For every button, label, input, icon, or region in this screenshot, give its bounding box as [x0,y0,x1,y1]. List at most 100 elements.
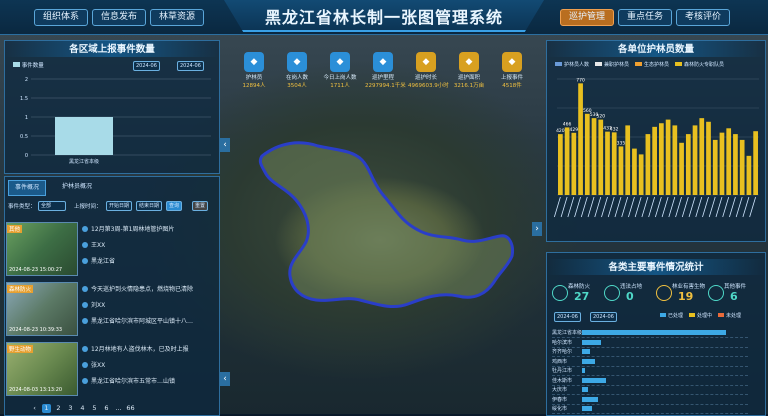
bar[interactable] [692,125,698,195]
bar[interactable] [652,126,657,195]
nav-info-publish[interactable]: 信息发布 [92,9,147,26]
collapse-left-top-arrow[interactable]: ‹ [220,138,230,152]
bar[interactable] [625,125,631,195]
stats-filter-2[interactable]: 2024-06 [590,312,617,322]
page-button[interactable]: 6 [102,404,111,413]
page-button[interactable]: 4 [78,404,87,413]
table-row[interactable]: 伊春市 [552,395,748,405]
legend-swatch [660,313,666,317]
bar[interactable] [719,132,725,195]
stat-item: ◆ 巡护面积 3216.1万亩 [451,52,487,89]
nav-org-system[interactable]: 组织体系 [34,9,89,26]
stat-item: ◆ 护林员 12894人 [236,52,272,89]
filter-type-select[interactable]: 全部 [38,201,66,211]
row-label: 佳木斯市 [552,377,573,384]
row-label: 黑龙江省本级 [552,330,583,336]
bar[interactable] [712,139,718,195]
date-selector-2[interactable]: 2024-06 [177,61,204,71]
stat-label: 护林员 [245,75,263,81]
date-selector-1[interactable]: 2024-06 [133,61,160,71]
bar[interactable] [685,134,691,195]
bar[interactable] [605,131,610,195]
list-item[interactable]: 其他 2024-08-23 15:00:27 12月第3周-第1周林地管护图片 … [6,222,214,278]
y-tick-label: 0 [25,153,28,159]
reset-button[interactable]: 重置 [192,201,209,211]
nav-patrol-management[interactable]: 巡护管理 [560,9,615,26]
bar[interactable] [665,119,671,195]
page-button[interactable]: 3 [66,404,75,413]
page-button[interactable]: ... [114,404,123,413]
date-from-input[interactable]: 开始日期 [106,201,133,211]
event-title-line: 12月林地有人盗伐林木，已及时上报 [82,344,189,353]
table-row[interactable]: 牡丹江市 [552,366,748,376]
bar[interactable] [591,118,597,195]
bar[interactable] [753,131,758,195]
table-row[interactable]: 齐齐哈尔 [552,347,748,357]
bar[interactable] [672,125,678,195]
right-bar-chart: 420466429770560530520437432335 [553,77,759,218]
event-place-line: 黑龙江省哈尔滨市阿城区平山镇十八… [82,316,193,325]
bar[interactable] [679,142,684,195]
table-row[interactable]: 佳木斯市 [552,376,748,386]
row-bar [582,339,602,345]
bar[interactable] [746,155,752,195]
nav-assessment[interactable]: 考核评价 [676,9,731,26]
title-box: 黑龙江省林长制一张图管理系统 [224,0,544,32]
search-button[interactable]: 查询 [166,201,183,211]
page-button[interactable]: 2 [54,404,63,413]
table-row[interactable]: 鸡西市 [552,357,748,367]
stat-label: 巡护里程 [371,75,394,81]
list-item[interactable]: 野生动物 2024-08-03 13:13:20 12月林地有人盗伐林木，已及时… [6,342,214,398]
legend-item: 生态护林员 [635,62,669,68]
bar[interactable] [659,123,664,195]
x-tick-mark [574,196,581,218]
page-button[interactable]: 5 [90,404,99,413]
page-button[interactable]: 66 [126,404,135,413]
tab-ranger-overview[interactable]: 护林员概况 [56,180,98,194]
event-thumbnail[interactable]: 野生动物 2024-08-03 13:13:20 [6,342,78,396]
bar[interactable] [699,118,705,195]
legend-item: 兼职护林员 [595,62,629,68]
bar[interactable] [706,121,711,195]
nav-key-tasks[interactable]: 重点任务 [618,9,673,26]
collapse-right-arrow[interactable]: › [532,222,542,236]
list-item[interactable]: 森林防火 2024-08-23 10:39:33 今天巡护到火情隐患点，燃烧物已… [6,282,214,338]
bar[interactable] [645,134,651,195]
nav-forest-resources[interactable]: 林草资源 [150,9,205,26]
bar[interactable] [564,127,570,195]
bar[interactable] [739,139,745,195]
bar[interactable] [618,146,624,195]
bar[interactable] [632,148,637,195]
bar[interactable] [571,132,577,195]
event-thumbnail[interactable]: 其他 2024-08-23 15:00:27 [6,222,78,276]
table-row[interactable]: 黑龙江省本级 [552,328,748,338]
bar[interactable] [55,117,113,155]
bar[interactable] [578,83,583,195]
bar[interactable] [558,134,563,195]
event-thumbnail[interactable]: 森林防火 2024-08-23 10:39:33 [6,282,78,336]
bar[interactable] [733,134,738,195]
table-row[interactable]: 绥化市 [552,404,748,414]
collapse-left-bottom-arrow[interactable]: ‹ [220,372,230,386]
page-title: 黑龙江省林长制一张图管理系统 [264,8,503,27]
table-row[interactable]: 大庆市 [552,385,748,395]
prev-page-button[interactable]: ‹ [30,404,39,413]
bar[interactable] [584,113,590,195]
date-to-input[interactable]: 结束日期 [136,201,163,211]
row-label: 鸡西市 [552,358,568,365]
tab-event-overview[interactable]: 事件概况 [8,180,47,196]
event-place: 黑龙江省哈尔滨市五常市…山镇 [91,378,176,385]
bar[interactable] [638,154,644,195]
data-label: 466 [563,121,572,127]
bar[interactable] [726,128,732,195]
table-row[interactable]: 哈尔滨市 [552,338,748,348]
page-button[interactable]: 1 [42,404,51,413]
stat-value: 12894人 [242,83,266,89]
stats-filter-1[interactable]: 2024-06 [554,312,581,322]
stat-item: ◆ 今日上岗人数 1711人 [322,52,358,89]
event-person: 王XX [91,242,106,249]
event-person-line: 张XX [82,360,105,369]
data-label: 432 [610,126,619,132]
row-bar [582,349,590,354]
province-outline[interactable] [258,141,514,308]
